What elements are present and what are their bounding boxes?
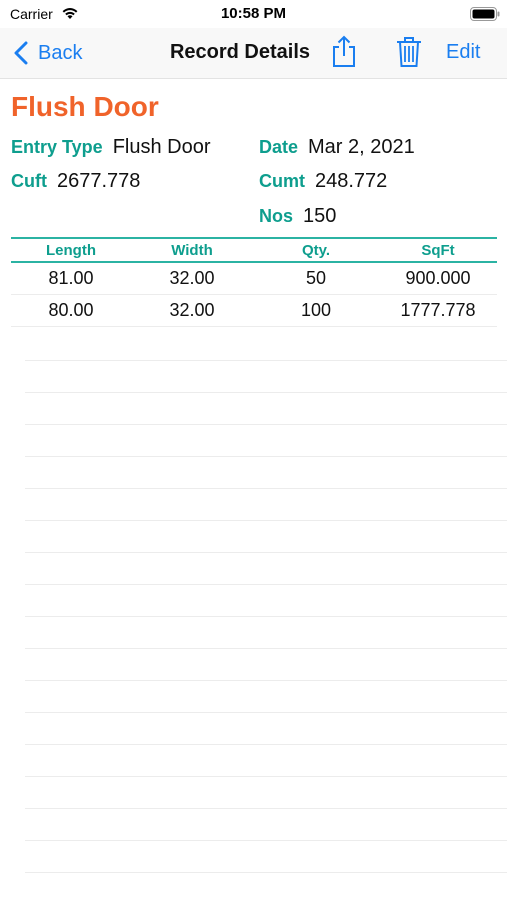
empty-table-rows	[25, 329, 507, 873]
cell-sqft: 900.000	[405, 268, 471, 288]
cumt-label: Cumt	[259, 171, 305, 191]
empty-row-line	[25, 585, 507, 617]
table-header: Length Width Qty. SqFt	[11, 237, 497, 263]
cuft-value: 2677.778	[56, 170, 141, 192]
empty-row-line	[25, 617, 507, 649]
empty-row-line	[25, 521, 507, 553]
battery-icon	[470, 7, 500, 21]
cuft-label: Cuft	[11, 171, 47, 191]
nos-label: Nos	[259, 206, 294, 226]
nos-field: Nos 150	[259, 205, 336, 228]
empty-row-line	[25, 489, 507, 521]
cumt-field: Cumt 248.772	[259, 170, 387, 193]
edit-button[interactable]: Edit	[446, 41, 480, 64]
entry-type-field: Entry Type Flush Door	[11, 136, 211, 159]
navigation-bar: Back Record Details Edit	[0, 28, 507, 79]
entry-type-value: Flush Door	[112, 136, 211, 158]
entry-type-label: Entry Type	[11, 137, 103, 157]
date-label: Date	[259, 137, 299, 157]
date-value: Mar 2, 2021	[308, 136, 415, 158]
record-title: Flush Door	[11, 91, 159, 122]
back-label: Back	[38, 41, 83, 64]
column-header-width: Width	[171, 241, 213, 259]
empty-row-line	[25, 553, 507, 585]
table-row[interactable]: 81.00 32.00 50 900.000	[11, 263, 497, 295]
cell-sqft: 1777.778	[400, 300, 476, 320]
empty-row-line	[25, 649, 507, 681]
empty-row-line	[25, 361, 507, 393]
empty-row-line	[25, 393, 507, 425]
empty-row-line	[25, 457, 507, 489]
trash-icon[interactable]	[395, 36, 423, 68]
column-header-sqft: SqFt	[421, 241, 455, 259]
column-header-length: Length	[46, 241, 96, 259]
cell-qty: 100	[300, 300, 332, 320]
empty-row-line	[25, 777, 507, 809]
chevron-left-icon	[14, 41, 28, 65]
empty-row-line	[25, 681, 507, 713]
status-bar: Carrier 10:58 PM	[0, 0, 507, 28]
cell-length: 80.00	[48, 300, 94, 320]
page-title: Record Details	[169, 41, 311, 63]
cuft-field: Cuft 2677.778	[11, 170, 140, 193]
date-field: Date Mar 2, 2021	[259, 136, 415, 159]
status-time: 10:58 PM	[220, 5, 287, 22]
share-icon[interactable]	[330, 34, 358, 68]
column-header-qty: Qty.	[301, 241, 331, 259]
cell-length: 81.00	[48, 268, 94, 288]
cell-qty: 50	[305, 268, 327, 288]
back-button[interactable]: Back	[14, 38, 82, 68]
empty-row-line	[25, 329, 507, 361]
table-row[interactable]: 80.00 32.00 100 1777.778	[11, 295, 497, 327]
cell-width: 32.00	[169, 268, 215, 288]
empty-row-line	[25, 713, 507, 745]
cumt-value: 248.772	[315, 170, 388, 192]
empty-row-line	[25, 809, 507, 841]
empty-row-line	[25, 425, 507, 457]
empty-row-line	[25, 841, 507, 873]
dimensions-table: Length Width Qty. SqFt 81.00 32.00 50 90…	[11, 237, 497, 327]
empty-row-line	[25, 745, 507, 777]
nos-value: 150	[303, 205, 337, 227]
cell-width: 32.00	[169, 300, 215, 320]
